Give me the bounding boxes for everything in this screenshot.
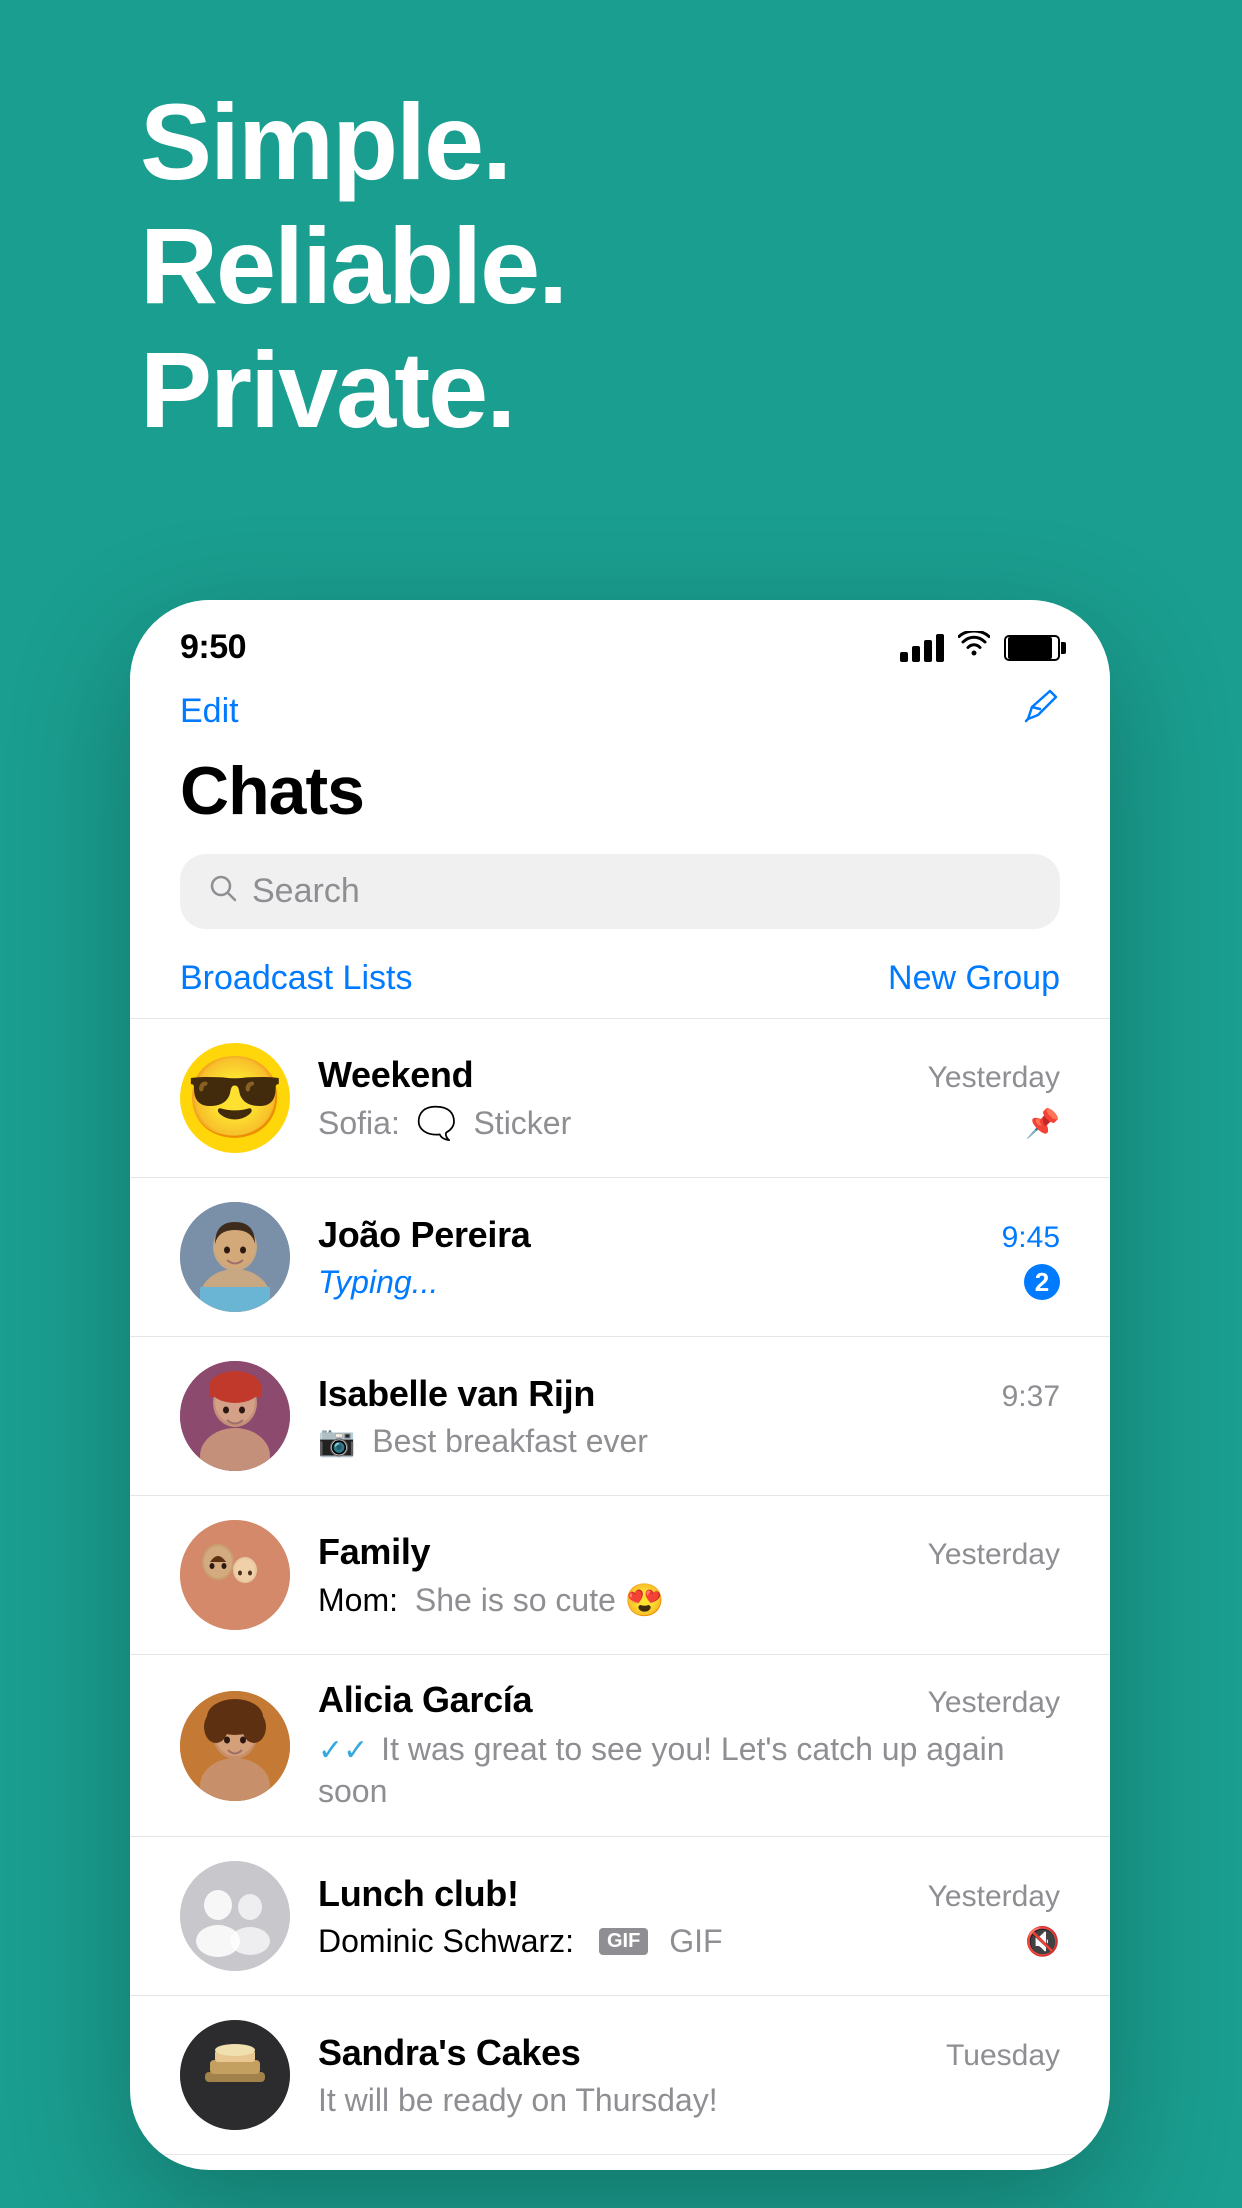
chat-header-sandras: Sandra's Cakes Tuesday [318, 2032, 1060, 2074]
search-icon [208, 873, 238, 911]
read-receipt-icon: ✓✓ [318, 1734, 368, 1767]
chat-name-isabelle: Isabelle van Rijn [318, 1373, 595, 1415]
gif-badge: GIF [599, 1928, 648, 1955]
avatar-joao [180, 1202, 290, 1312]
battery-icon [1004, 635, 1060, 661]
chat-header-joao: João Pereira 9:45 [318, 1214, 1060, 1256]
wifi-icon [958, 631, 990, 665]
status-bar: 9:50 [130, 600, 1110, 677]
chat-item-joao[interactable]: João Pereira 9:45 Typing... 2 [130, 1178, 1110, 1337]
chat-content-lunch: Lunch club! Yesterday Dominic Schwarz: G… [318, 1873, 1060, 1960]
chat-preview-isabelle: 📷 Best breakfast ever [318, 1423, 1060, 1460]
camera-icon: 📷 [318, 1424, 355, 1459]
status-time: 9:50 [180, 628, 246, 667]
chat-header-lunch: Lunch club! Yesterday [318, 1873, 1060, 1915]
chat-time-weekend: Yesterday [928, 1061, 1060, 1095]
chat-preview-row-joao: Typing... 2 [318, 1264, 1060, 1301]
chat-time-joao: 9:45 [1002, 1221, 1060, 1255]
avatar-sandras [180, 2020, 290, 2130]
chat-header-isabelle: Isabelle van Rijn 9:37 [318, 1373, 1060, 1415]
chat-content-sandras: Sandra's Cakes Tuesday It will be ready … [318, 2032, 1060, 2119]
unread-badge-joao: 2 [1024, 1264, 1060, 1300]
chat-time-lunch: Yesterday [928, 1880, 1060, 1914]
chat-preview-weekend: Sofia: 🗨️ Sticker [318, 1104, 1025, 1142]
chat-preview-alicia: ✓✓ It was great to see you! Let's catch … [318, 1729, 1060, 1812]
chat-content-joao: João Pereira 9:45 Typing... 2 [318, 1214, 1060, 1301]
chat-item-alicia[interactable]: Alicia García Yesterday ✓✓ It was great … [130, 1655, 1110, 1837]
avatar-lunch [180, 1861, 290, 1971]
chat-preview-row-weekend: Sofia: 🗨️ Sticker 📌 [318, 1104, 1060, 1142]
chat-preview-row-family: Mom: She is so cute 😍 [318, 1581, 1060, 1619]
avatar-family [180, 1520, 290, 1630]
chats-header: Edit Chats Search [130, 677, 1110, 929]
chat-header-alicia: Alicia García Yesterday [318, 1679, 1060, 1721]
chat-list: 😎 Weekend Yesterday Sofia: 🗨️ Sticker 📌 [130, 1019, 1110, 2155]
hero-text: Simple. Reliable. Private. [140, 80, 566, 453]
page-title: Chats [180, 752, 1060, 830]
mute-icon: 🔇 [1025, 1925, 1060, 1958]
actions-row: Broadcast Lists New Group [130, 959, 1110, 1019]
chat-preview-row-sandras: It will be ready on Thursday! [318, 2082, 1060, 2119]
chat-time-family: Yesterday [928, 1538, 1060, 1572]
chat-time-alicia: Yesterday [928, 1686, 1060, 1720]
chat-item-family[interactable]: Family Yesterday Mom: She is so cute 😍 [130, 1496, 1110, 1655]
chat-preview-lunch: Dominic Schwarz: GIF GIF [318, 1923, 1025, 1960]
chat-preview-joao: Typing... [318, 1264, 1024, 1301]
chat-content-alicia: Alicia García Yesterday ✓✓ It was great … [318, 1679, 1060, 1812]
chat-item-isabelle[interactable]: Isabelle van Rijn 9:37 📷 Best breakfast … [130, 1337, 1110, 1496]
avatar-isabelle [180, 1361, 290, 1471]
compose-icon[interactable] [1020, 687, 1060, 736]
broadcast-lists-button[interactable]: Broadcast Lists [180, 959, 412, 998]
header-action-row: Edit [180, 687, 1060, 736]
chat-content-weekend: Weekend Yesterday Sofia: 🗨️ Sticker 📌 [318, 1054, 1060, 1142]
chat-name-weekend: Weekend [318, 1054, 473, 1096]
chat-content-family: Family Yesterday Mom: She is so cute 😍 [318, 1531, 1060, 1619]
preview-sender-family: Mom: [318, 1582, 398, 1619]
hero-line1: Simple. [140, 80, 566, 204]
avatar-alicia [180, 1691, 290, 1801]
search-input[interactable]: Search [252, 872, 360, 911]
status-icons [900, 631, 1060, 665]
hero-line2: Reliable. [140, 204, 566, 328]
new-group-button[interactable]: New Group [888, 959, 1060, 998]
chat-name-alicia: Alicia García [318, 1679, 532, 1721]
signal-icon [900, 634, 944, 662]
chat-name-joao: João Pereira [318, 1214, 531, 1256]
chat-header-weekend: Weekend Yesterday [318, 1054, 1060, 1096]
chat-preview-row-alicia: ✓✓ It was great to see you! Let's catch … [318, 1729, 1060, 1812]
chat-preview-row-isabelle: 📷 Best breakfast ever [318, 1423, 1060, 1460]
sticker-icon: 🗨️ [417, 1104, 457, 1142]
chat-item-sandras[interactable]: Sandra's Cakes Tuesday It will be ready … [130, 1996, 1110, 2155]
chat-time-sandras: Tuesday [946, 2039, 1060, 2073]
chat-content-isabelle: Isabelle van Rijn 9:37 📷 Best breakfast … [318, 1373, 1060, 1460]
chat-preview-sandras: It will be ready on Thursday! [318, 2082, 1060, 2119]
pin-icon: 📌 [1025, 1107, 1060, 1140]
hero-line3: Private. [140, 328, 566, 452]
avatar-weekend: 😎 [180, 1043, 290, 1153]
chat-name-lunch: Lunch club! [318, 1873, 519, 1915]
chat-name-family: Family [318, 1531, 430, 1573]
chat-header-family: Family Yesterday [318, 1531, 1060, 1573]
phone-mockup: 9:50 Edit [130, 600, 1110, 2170]
preview-sender-lunch: Dominic Schwarz: [318, 1923, 574, 1960]
chat-item-weekend[interactable]: 😎 Weekend Yesterday Sofia: 🗨️ Sticker 📌 [130, 1019, 1110, 1178]
edit-button[interactable]: Edit [180, 692, 239, 731]
chat-time-isabelle: 9:37 [1002, 1380, 1060, 1414]
chat-preview-family: Mom: She is so cute 😍 [318, 1581, 1060, 1619]
search-bar[interactable]: Search [180, 854, 1060, 929]
chat-name-sandras: Sandra's Cakes [318, 2032, 581, 2074]
chat-item-lunch[interactable]: Lunch club! Yesterday Dominic Schwarz: G… [130, 1837, 1110, 1996]
chat-preview-row-lunch: Dominic Schwarz: GIF GIF 🔇 [318, 1923, 1060, 1960]
